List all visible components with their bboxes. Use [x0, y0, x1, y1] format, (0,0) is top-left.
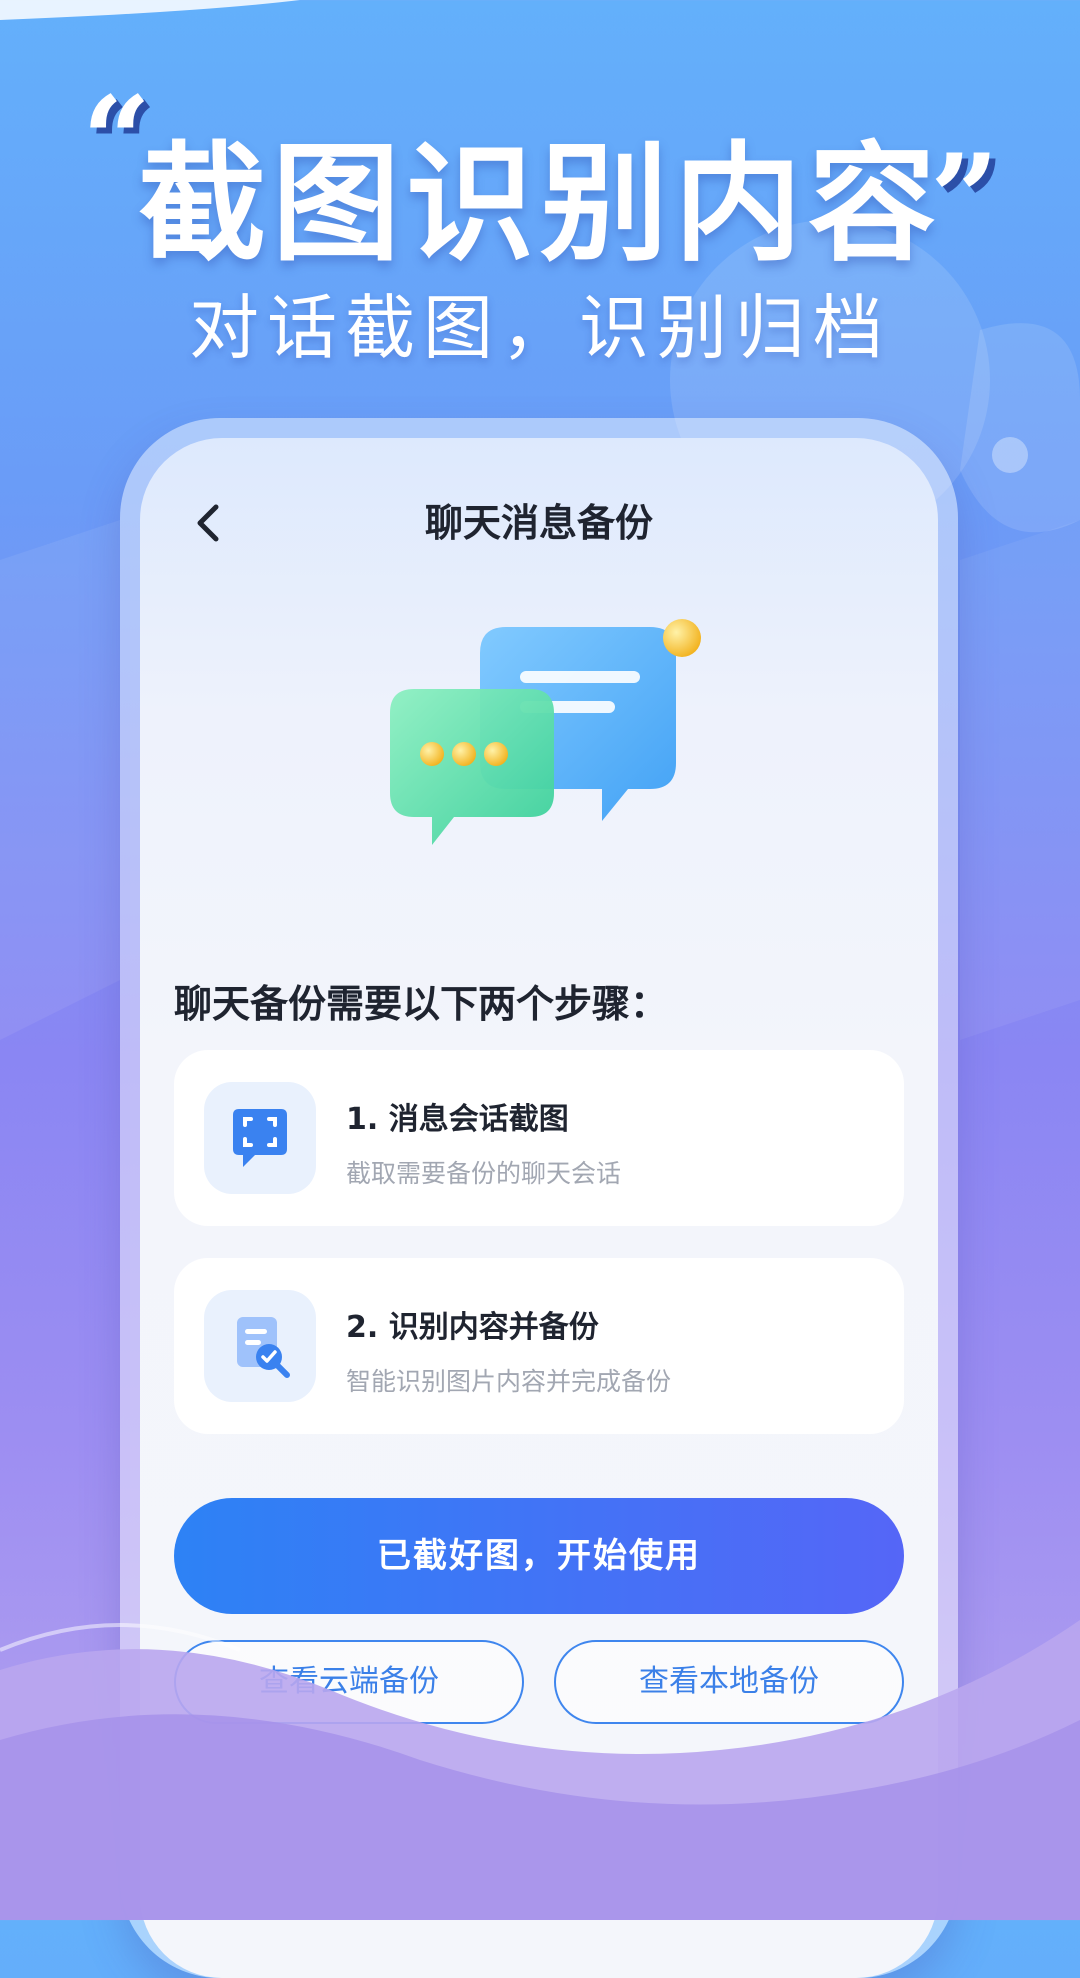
chat-bubbles-illustration — [390, 619, 701, 845]
local-backup-button[interactable]: 查看本地备份 — [554, 1640, 904, 1724]
step-description: 智能识别图片内容并完成备份 — [346, 1367, 672, 1396]
close-quote-mark: ” — [930, 128, 1000, 269]
step-title: 1. 消息会话截图 — [346, 1102, 569, 1137]
cloud-backup-button[interactable]: 查看云端备份 — [174, 1640, 524, 1724]
step-title: 2. 识别内容并备份 — [346, 1310, 599, 1345]
steps-heading: 聊天备份需要以下两个步骤： — [174, 982, 669, 1026]
step-description: 截取需要备份的聊天会话 — [346, 1159, 622, 1188]
step-icon-container — [204, 1082, 316, 1194]
headline-title: 截图识别内容 — [137, 130, 942, 279]
screenshot-chat-icon — [233, 1109, 287, 1167]
page-title: 聊天消息备份 — [424, 501, 653, 545]
document-search-icon — [237, 1317, 290, 1378]
step-icon-container — [204, 1290, 316, 1402]
step-card-screenshot: 1. 消息会话截图 截取需要备份的聊天会话 — [174, 1050, 904, 1226]
phone-screen: 聊天消息备份 聊天备份需要以下两个步骤： 1. 消息会话截图 截取需要备份的聊天… — [140, 438, 938, 1978]
headline-subtitle: 对话截图，识别归档 — [189, 287, 891, 369]
step-card-recognize: 2. 识别内容并备份 智能识别图片内容并完成备份 — [174, 1258, 904, 1434]
start-button[interactable]: 已截好图，开始使用 — [174, 1498, 904, 1614]
